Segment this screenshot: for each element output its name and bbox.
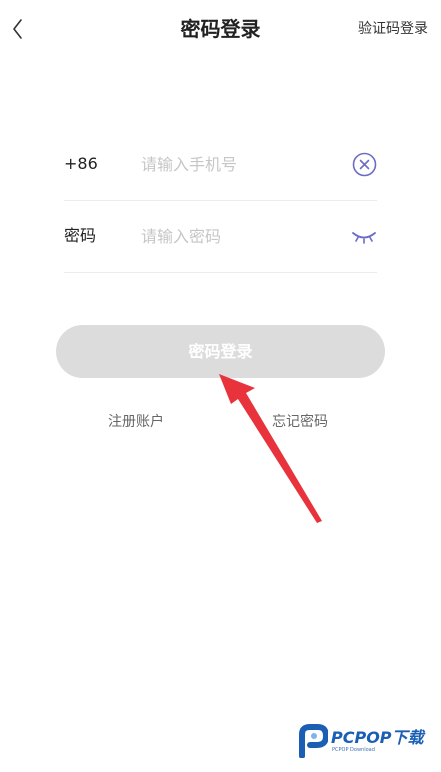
password-label: 密码 <box>64 226 97 245</box>
chevron-left-icon <box>13 19 22 39</box>
clear-circle-icon <box>352 152 377 177</box>
phone-input[interactable] <box>141 150 331 178</box>
switch-to-sms-login-link[interactable]: 验证码登录 <box>358 18 428 40</box>
password-input[interactable] <box>141 222 331 250</box>
toggle-password-visibility-button[interactable] <box>351 228 377 246</box>
clear-phone-button[interactable] <box>352 152 377 177</box>
country-code-label: +86 <box>64 154 98 173</box>
eye-closed-icon <box>352 232 376 244</box>
pcpop-watermark: PCPOP下载 PCPOP Download <box>298 722 436 762</box>
red-annotation-arrow <box>219 374 322 523</box>
password-login-button[interactable]: 密码登录 <box>56 325 385 378</box>
watermark-brand: PCPOP下载 <box>331 728 424 747</box>
password-field-row: 密码 <box>64 200 377 273</box>
pcpop-logo-icon <box>299 724 328 758</box>
back-button[interactable] <box>6 14 34 44</box>
watermark-subtitle: PCPOP Download <box>332 747 375 753</box>
header-bar: 密码登录 验证码登录 <box>0 0 441 58</box>
phone-field-row: +86 <box>64 128 377 201</box>
register-account-link[interactable]: 注册账户 <box>108 411 164 433</box>
forgot-password-link[interactable]: 忘记密码 <box>272 411 328 433</box>
